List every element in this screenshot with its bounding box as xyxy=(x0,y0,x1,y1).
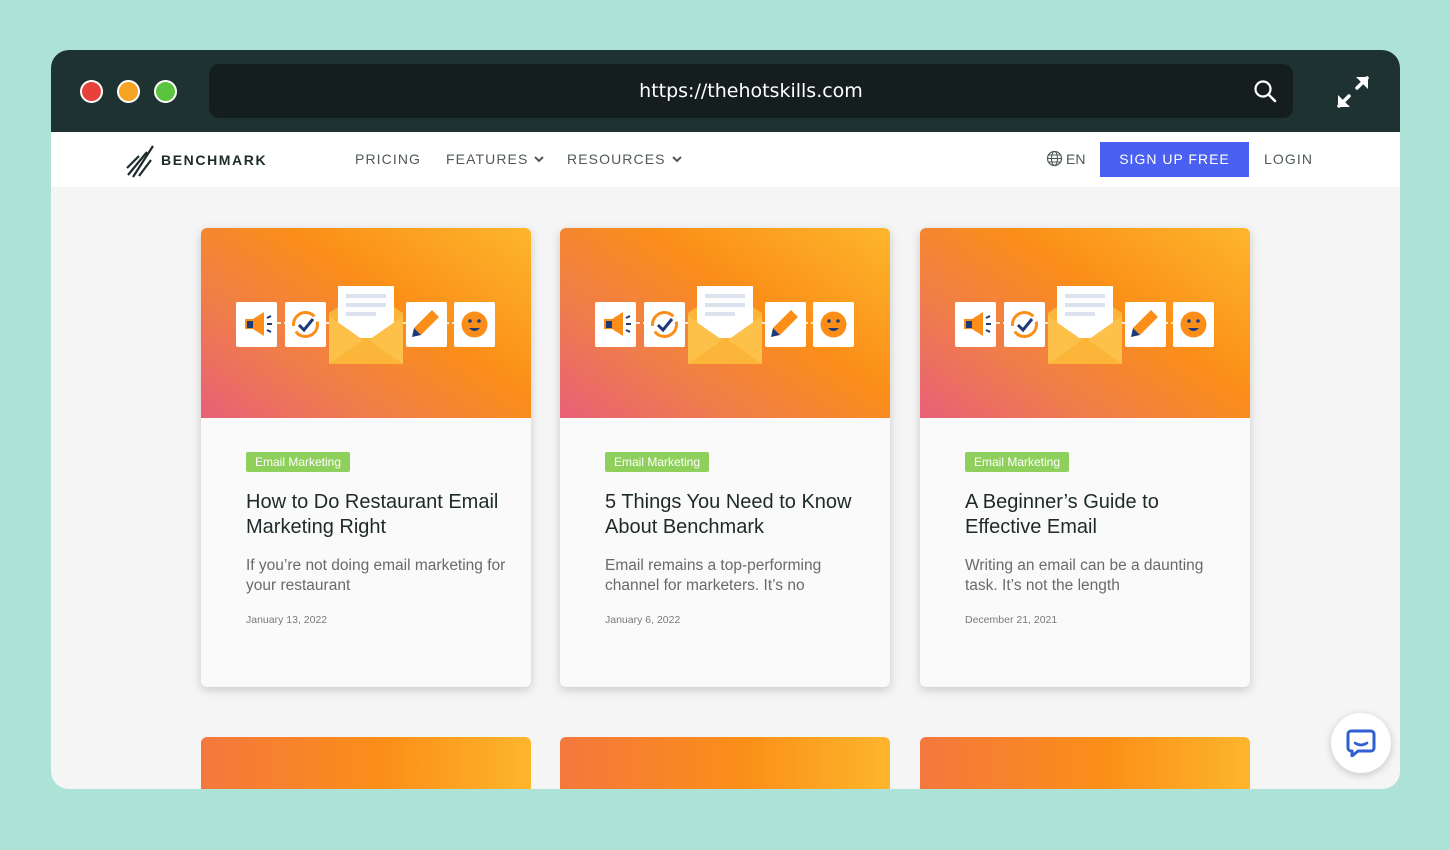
browser-titlebar: https://thehotskills.com xyxy=(51,50,1400,132)
nav-pricing[interactable]: PRICING xyxy=(355,151,421,167)
sync-check-icon xyxy=(1004,302,1045,347)
card-excerpt: If you’re not doing email marketing for … xyxy=(246,557,506,594)
blog-grid: Email Marketing How to Do Restaurant Ema… xyxy=(51,187,1400,789)
pencil-icon xyxy=(406,302,447,347)
pencil-icon xyxy=(765,302,806,347)
card-date: January 6, 2022 xyxy=(605,614,681,626)
category-tag[interactable]: Email Marketing xyxy=(605,452,710,472)
url-text[interactable]: https://thehotskills.com xyxy=(209,64,1293,118)
card-excerpt: Email remains a top-performing channel f… xyxy=(605,557,822,594)
blog-card[interactable]: Email Marketing 5 Things You Need to Kno… xyxy=(560,228,890,687)
chat-icon xyxy=(1346,729,1376,757)
language-label: EN xyxy=(1066,150,1086,167)
logo-text: BENCHMARK xyxy=(161,152,268,168)
browser-window: https://thehotskills.com BENCHMARK PRICI… xyxy=(51,50,1400,789)
card-title[interactable]: How to Do Restaurant Email Marketing Rig… xyxy=(246,490,506,540)
chevron-down-icon xyxy=(534,155,545,162)
card-image[interactable] xyxy=(201,228,531,418)
card-title[interactable]: A Beginner’s Guide to Effective Email xyxy=(965,490,1225,540)
nav-features[interactable]: FEATURES xyxy=(446,151,545,167)
blog-card-partial[interactable] xyxy=(560,737,890,789)
chevron-down-icon xyxy=(671,155,682,162)
email-marketing-illustration xyxy=(955,286,1214,364)
benchmark-logo[interactable]: BENCHMARK xyxy=(125,142,267,178)
megaphone-icon xyxy=(955,302,996,347)
blog-card-partial[interactable] xyxy=(920,737,1250,789)
minimize-window-button[interactable] xyxy=(117,80,140,103)
category-tag[interactable]: Email Marketing xyxy=(965,452,1070,472)
card-image[interactable] xyxy=(920,228,1250,418)
nav-pricing-label: PRICING xyxy=(355,151,422,167)
envelope-icon xyxy=(1048,286,1122,364)
smiley-icon xyxy=(813,302,854,347)
search-icon[interactable] xyxy=(1253,79,1277,103)
nav-resources-label: RESOURCES xyxy=(567,151,666,167)
blog-card[interactable]: Email Marketing A Beginner’s Guide to Ef… xyxy=(920,228,1250,687)
smiley-icon xyxy=(1173,302,1214,347)
site-navbar: BENCHMARK PRICING FEATURES RESOURCES EN … xyxy=(51,132,1400,187)
pencil-icon xyxy=(1125,302,1166,347)
login-link[interactable]: LOGIN xyxy=(1264,151,1313,167)
signup-button[interactable]: SIGN UP FREE xyxy=(1100,142,1249,177)
category-tag[interactable]: Email Marketing xyxy=(246,452,351,472)
card-image[interactable] xyxy=(560,228,890,418)
close-window-button[interactable] xyxy=(80,80,103,103)
envelope-icon xyxy=(688,286,762,364)
megaphone-icon xyxy=(236,302,277,347)
sync-check-icon xyxy=(644,302,685,347)
blog-card[interactable]: Email Marketing How to Do Restaurant Ema… xyxy=(201,228,531,687)
chat-button[interactable] xyxy=(1331,713,1391,773)
smiley-icon xyxy=(454,302,495,347)
megaphone-icon xyxy=(595,302,636,347)
nav-resources[interactable]: RESOURCES xyxy=(567,151,682,167)
envelope-icon xyxy=(329,286,403,364)
sync-check-icon xyxy=(285,302,326,347)
language-selector[interactable]: EN xyxy=(1046,150,1085,167)
blog-card-partial[interactable] xyxy=(201,737,531,789)
address-bar[interactable]: https://thehotskills.com xyxy=(209,64,1293,118)
expand-icon[interactable] xyxy=(1336,75,1370,109)
card-excerpt: Writing an email can be a daunting task.… xyxy=(965,557,1204,594)
maximize-window-button[interactable] xyxy=(154,80,177,103)
card-title[interactable]: 5 Things You Need to Know About Benchmar… xyxy=(605,490,865,540)
benchmark-logo-icon xyxy=(126,145,154,178)
card-date: January 13, 2022 xyxy=(246,614,328,626)
nav-features-label: FEATURES xyxy=(446,151,529,167)
card-date: December 21, 2021 xyxy=(965,614,1058,626)
email-marketing-illustration xyxy=(236,286,495,364)
globe-icon xyxy=(1046,150,1063,167)
email-marketing-illustration xyxy=(595,286,854,364)
